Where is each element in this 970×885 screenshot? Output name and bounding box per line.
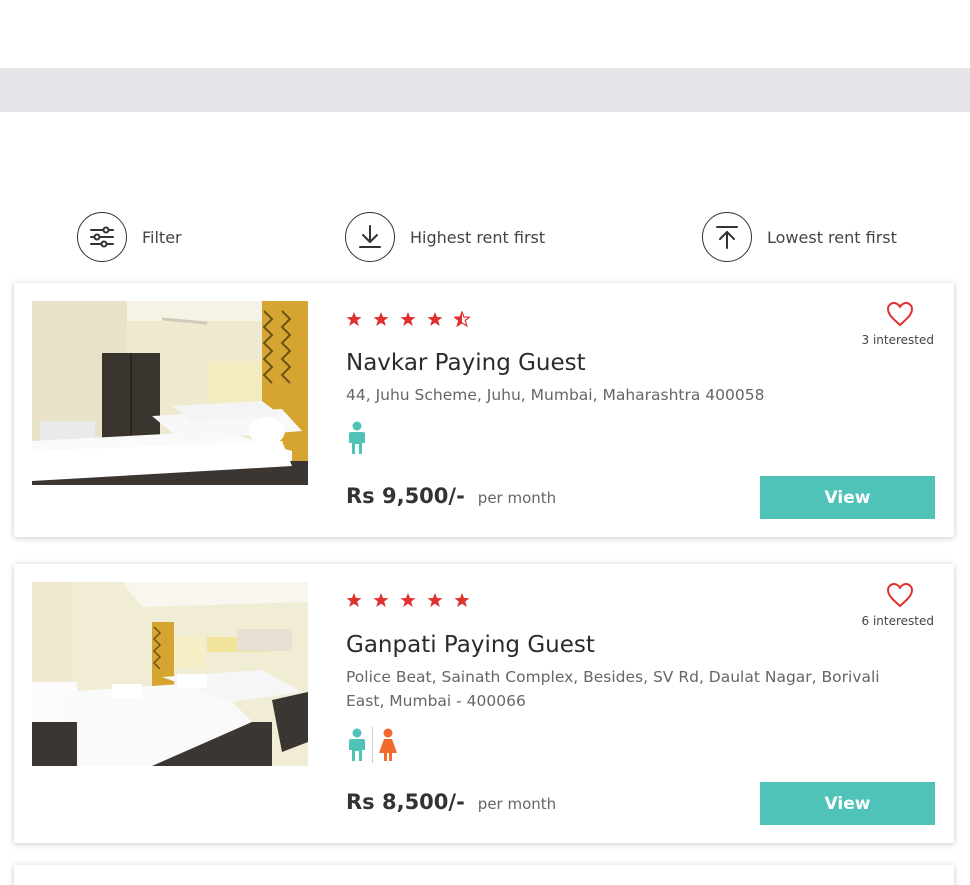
rating-stars (346, 311, 470, 327)
price: Rs 8,500/- per month (346, 790, 556, 814)
favorite-heart-icon[interactable] (886, 301, 914, 327)
price: Rs 9,500/- per month (346, 484, 556, 508)
listing-address: 44, Juhu Scheme, Juhu, Mumbai, Maharasht… (346, 386, 765, 404)
star-icon (373, 312, 389, 326)
listing-card-partial (14, 865, 954, 885)
star-icon (346, 312, 362, 326)
listing-card: 3 interested Navkar Paying Guest 44, Juh… (14, 283, 954, 537)
sort-highest-rent-button[interactable]: Highest rent first (345, 211, 545, 263)
price-value: Rs 8,500/- (346, 790, 465, 814)
listing-address: Police Beat, Sainath Complex, Besides, S… (346, 668, 880, 710)
interested-count: 6 interested (861, 614, 935, 628)
header-band (0, 68, 970, 112)
filter-button[interactable]: Filter (77, 211, 182, 263)
price-unit: per month (477, 795, 557, 813)
sort-lowest-rent-label: Lowest rent first (767, 227, 897, 247)
listing-card: 6 interested Ganpati Paying Guest Police… (14, 564, 954, 843)
sort-highest-rent-label: Highest rent first (410, 227, 546, 247)
sort-bar: Filter Highest rent first Lowest rent fi… (0, 211, 970, 263)
price-value: Rs 9,500/- (346, 484, 465, 508)
view-button[interactable]: View (760, 476, 935, 519)
price-unit: per month (477, 489, 557, 507)
listing-photo[interactable] (32, 301, 308, 485)
gender-indicator (346, 421, 368, 455)
gender-divider (372, 727, 373, 763)
interested-count: 3 interested (861, 333, 935, 347)
gender-indicator (346, 727, 399, 763)
star-icon (427, 312, 443, 326)
listing-photo[interactable] (32, 582, 308, 766)
filter-icon (77, 212, 127, 262)
view-button[interactable]: View (760, 782, 935, 825)
sort-asc-icon (702, 212, 752, 262)
male-icon (349, 728, 365, 761)
star-icon (400, 312, 416, 326)
star-icon (454, 593, 470, 607)
star-icon (346, 593, 362, 607)
star-icon (373, 593, 389, 607)
half-star-icon (454, 311, 470, 327)
star-icon (427, 593, 443, 607)
rating-stars (346, 592, 470, 608)
listing-title[interactable]: Ganpati Paying Guest (346, 632, 595, 658)
sort-desc-icon (345, 212, 395, 262)
male-icon (349, 421, 365, 454)
female-icon (379, 728, 397, 761)
listing-title[interactable]: Navkar Paying Guest (346, 350, 586, 376)
filter-label: Filter (142, 227, 182, 247)
favorite-heart-icon[interactable] (886, 582, 914, 608)
star-icon (400, 593, 416, 607)
sort-lowest-rent-button[interactable]: Lowest rent first (702, 211, 897, 263)
